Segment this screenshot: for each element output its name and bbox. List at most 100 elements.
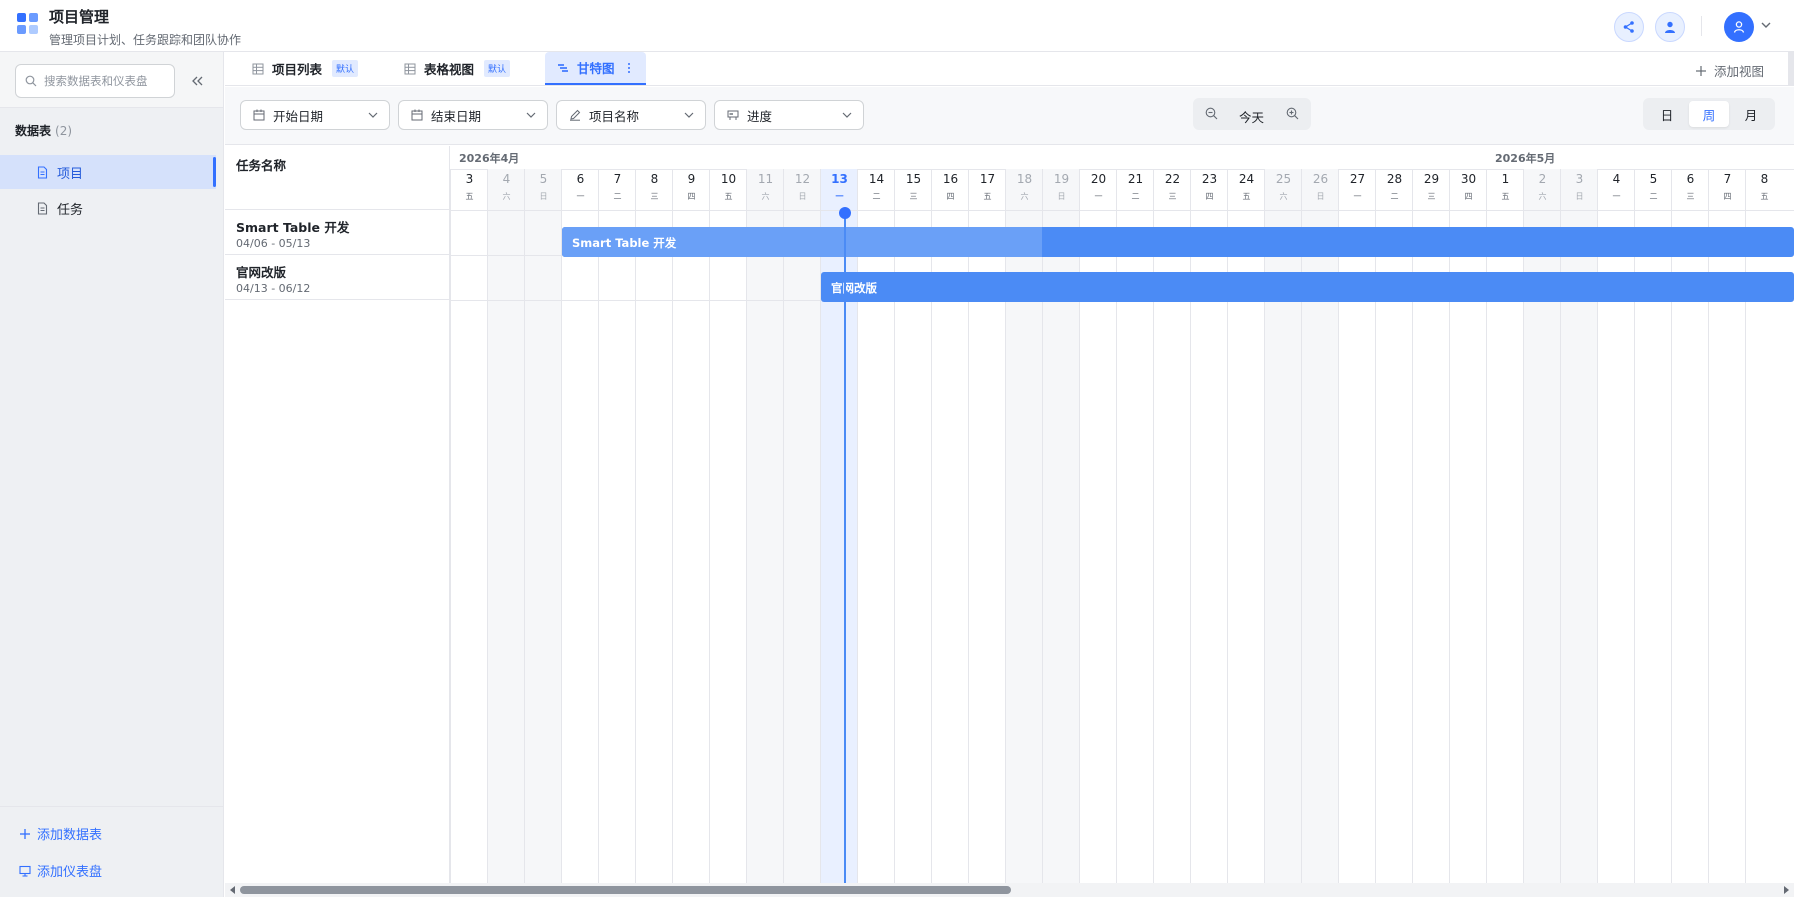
task-row[interactable]: 官网改版 04/13 - 06/12 xyxy=(225,255,449,300)
scroll-left-arrow[interactable] xyxy=(230,886,235,894)
project-name-select[interactable]: 项目名称 xyxy=(556,100,706,130)
day-number: 25 xyxy=(1275,172,1292,186)
zoom-in-icon[interactable] xyxy=(1286,107,1299,120)
timeline-header-border xyxy=(450,210,1794,211)
weekday-label: 日 xyxy=(798,192,807,201)
task-row[interactable]: Smart Table 开发 04/06 - 05/13 xyxy=(225,210,449,255)
share-icon xyxy=(1623,21,1634,33)
day-number: 12 xyxy=(794,172,811,186)
scale-day-button[interactable]: 日 xyxy=(1647,101,1687,127)
add-dashboard-label: 添加仪表盘 xyxy=(37,865,103,880)
members-button[interactable] xyxy=(1655,12,1685,42)
today-line xyxy=(844,212,846,883)
weekday-label: 五 xyxy=(1242,192,1251,201)
progress-select[interactable]: 进度 xyxy=(714,100,864,130)
day-number: 19 xyxy=(1053,172,1070,186)
gantt-timeline: 2026年4月 2026年5月 3 五 4 六 5 日 6 一 7 二 8 三 9 四 10 五 11 六 12 日 13 一… xyxy=(450,146,1794,883)
sidebar-item-tasks[interactable]: 任务 xyxy=(0,191,216,225)
gantt-toolbar: 开始日期 结束日期 项目名称 进度 今天 日 周 月 xyxy=(225,87,1794,145)
search-box[interactable] xyxy=(15,64,175,98)
edit-icon xyxy=(570,109,581,121)
day-number: 16 xyxy=(942,172,959,186)
month-label: 2026年5月 xyxy=(1495,152,1556,165)
day-number: 7 xyxy=(1723,172,1732,186)
tab-table-view[interactable]: 表格视图 默认 xyxy=(404,52,511,85)
day-number: 9 xyxy=(687,172,696,186)
select-label: 开始日期 xyxy=(273,108,324,124)
search-input[interactable] xyxy=(44,71,170,91)
weekday-label: 六 xyxy=(1020,192,1029,201)
day-number: 22 xyxy=(1164,172,1181,186)
day-number: 23 xyxy=(1201,172,1218,186)
today-marker xyxy=(839,207,851,219)
end-date-select[interactable]: 结束日期 xyxy=(398,100,548,130)
more-icon[interactable] xyxy=(627,62,631,74)
sidebar-item-projects[interactable]: 项目 xyxy=(0,155,216,189)
day-number: 26 xyxy=(1312,172,1329,186)
day-number: 13 xyxy=(831,172,848,186)
start-date-select[interactable]: 开始日期 xyxy=(240,100,390,130)
tab-label: 项目列表 xyxy=(272,62,323,77)
task-name: 官网改版 xyxy=(236,265,287,280)
select-label: 项目名称 xyxy=(589,108,640,124)
chevron-down-icon xyxy=(526,112,536,118)
task-bar[interactable]: Smart Table 开发 xyxy=(562,227,1794,257)
weekday-label: 二 xyxy=(1131,192,1140,201)
calendar-icon xyxy=(253,109,265,121)
weekday-label: 四 xyxy=(1205,192,1214,201)
day-number: 28 xyxy=(1386,172,1403,186)
weekday-label: 三 xyxy=(909,192,918,201)
share-button[interactable] xyxy=(1614,12,1644,42)
day-number: 17 xyxy=(979,172,996,186)
task-dates: 04/06 - 05/13 xyxy=(236,237,311,250)
sidebar-footer: 添加数据表 添加仪表盘 xyxy=(0,806,223,897)
tab-project-list[interactable]: 项目列表 默认 xyxy=(252,52,359,85)
today-button[interactable]: 今天 xyxy=(1239,107,1264,126)
avatar[interactable] xyxy=(1724,12,1754,42)
day-number: 5 xyxy=(539,172,548,186)
app-header: 项目管理 管理项目计划、任务跟踪和团队协作 xyxy=(0,0,1794,52)
scale-week-button[interactable]: 周 xyxy=(1689,101,1729,127)
day-number: 14 xyxy=(868,172,885,186)
scale-month-button[interactable]: 月 xyxy=(1731,101,1771,127)
weekday-label: 二 xyxy=(613,192,622,201)
task-dates: 04/13 - 06/12 xyxy=(236,282,311,295)
zoom-out-icon[interactable] xyxy=(1205,107,1218,120)
tab-label: 表格视图 xyxy=(424,62,475,77)
day-number: 15 xyxy=(905,172,922,186)
day-column: 5日 xyxy=(524,169,561,883)
day-column: 3五 xyxy=(450,169,487,883)
chevron-down-icon[interactable] xyxy=(1759,18,1773,32)
add-view-label: 添加视图 xyxy=(1713,64,1764,79)
add-table-button[interactable]: 添加数据表 xyxy=(19,824,102,843)
task-bar[interactable]: 官网改版 xyxy=(821,272,1794,302)
tab-gantt[interactable]: 甘特图 xyxy=(545,52,646,85)
collapse-sidebar-icon[interactable] xyxy=(188,72,206,90)
day-number: 8 xyxy=(1760,172,1769,186)
chevron-down-icon xyxy=(842,112,852,118)
weekday-label: 四 xyxy=(946,192,955,201)
weekday-label: 四 xyxy=(1464,192,1473,201)
scroll-right-arrow[interactable] xyxy=(1784,886,1789,894)
day-number: 2 xyxy=(1538,172,1547,186)
horizontal-scrollbar[interactable] xyxy=(225,883,1794,897)
sidebar: 数据表(2) 项目 任务 添加数据表 添加仪表盘 xyxy=(0,52,224,897)
scroll-thumb[interactable] xyxy=(240,886,1011,894)
app-subtitle: 管理项目计划、任务跟踪和团队协作 xyxy=(49,33,242,47)
day-number: 21 xyxy=(1127,172,1144,186)
default-badge: 默认 xyxy=(484,60,511,77)
weekday-label: 六 xyxy=(502,192,511,201)
day-number: 18 xyxy=(1016,172,1033,186)
add-dashboard-button[interactable]: 添加仪表盘 xyxy=(19,861,102,880)
zoom-control: 今天 xyxy=(1193,98,1311,130)
weekday-label: 五 xyxy=(983,192,992,201)
day-column: 6一 xyxy=(561,169,598,883)
tab-label: 甘特图 xyxy=(577,61,615,76)
day-number: 5 xyxy=(1649,172,1658,186)
chevron-down-icon xyxy=(684,112,694,118)
day-column: 10 五 xyxy=(709,169,746,883)
add-view-button[interactable]: 添加视图 xyxy=(1695,61,1764,80)
weekday-label: 日 xyxy=(1575,192,1584,201)
task-bar-label: 官网改版 xyxy=(831,281,877,295)
day-number: 8 xyxy=(650,172,659,186)
